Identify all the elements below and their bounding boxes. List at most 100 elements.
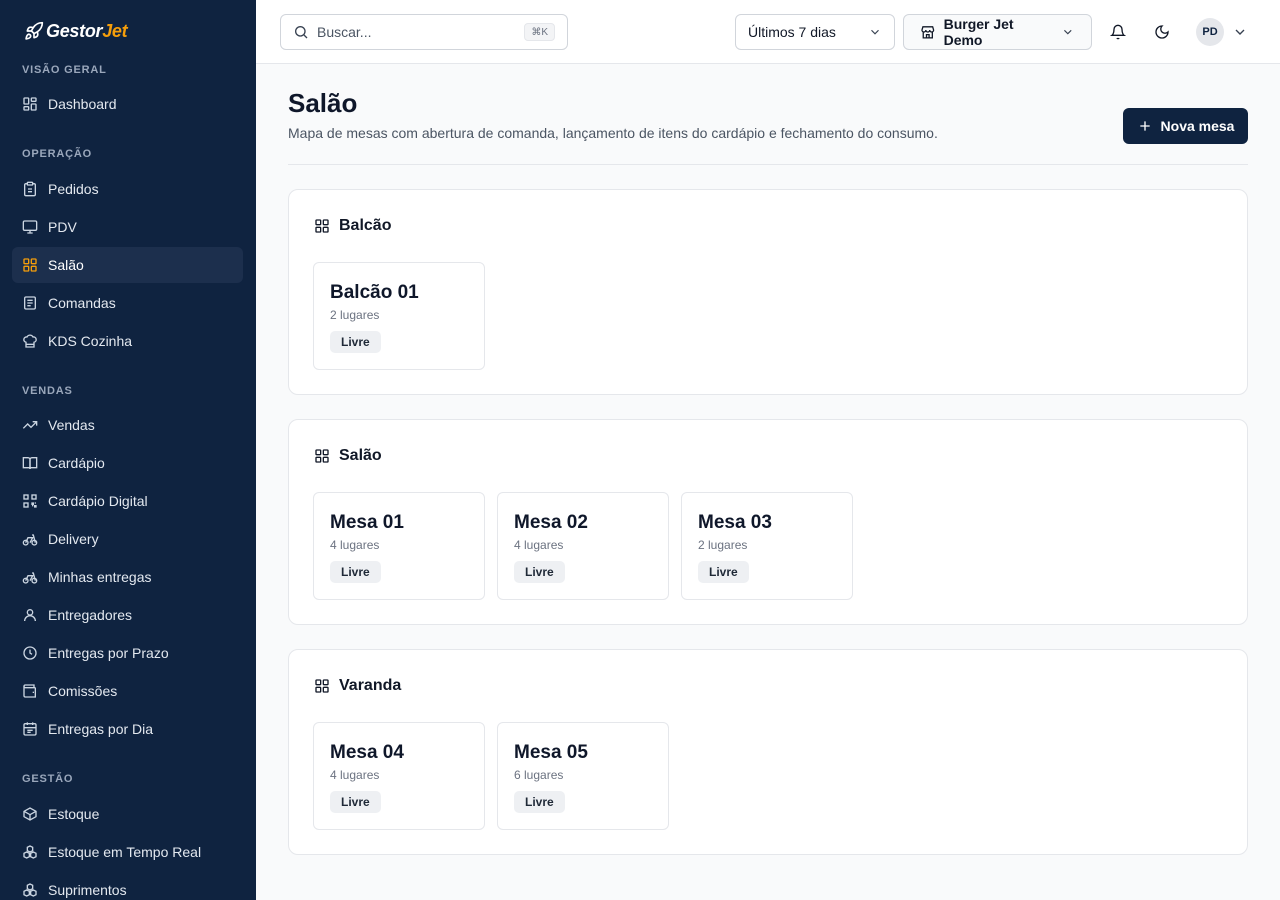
section-label-visao-geral: VISÃO GERAL — [22, 64, 107, 76]
sidebar-item-cardapio[interactable]: Cardápio — [12, 445, 243, 481]
grid-icon — [22, 257, 38, 273]
sidebar-item-suprimentos[interactable]: Suprimentos — [12, 872, 243, 900]
period-select-value: Últimos 7 dias — [748, 24, 836, 40]
area-header: Salão — [314, 447, 382, 465]
status-badge: Livre — [330, 791, 381, 813]
table-card-mesa-01[interactable]: Mesa 01 4 lugares Livre — [313, 492, 485, 600]
new-table-button[interactable]: Nova mesa — [1123, 108, 1248, 144]
clipboard-icon — [22, 181, 38, 197]
table-card-mesa-02[interactable]: Mesa 02 4 lugares Livre — [497, 492, 669, 600]
table-card-mesa-04[interactable]: Mesa 04 4 lugares Livre — [313, 722, 485, 830]
box-icon — [22, 806, 38, 822]
table-seats: 2 lugares — [330, 308, 380, 322]
sidebar-item-label: PDV — [48, 219, 77, 235]
trending-up-icon — [22, 417, 38, 433]
sidebar-item-salao[interactable]: Salão — [12, 247, 243, 283]
tables-list: Balcão 01 2 lugares Livre — [313, 262, 485, 370]
sidebar-item-pdv[interactable]: PDV — [12, 209, 243, 245]
sidebar-item-minhas-entregas[interactable]: Minhas entregas — [12, 559, 243, 595]
sidebar-item-label: Salão — [48, 257, 84, 273]
table-card-mesa-03[interactable]: Mesa 03 2 lugares Livre — [681, 492, 853, 600]
area-card-salao: Salão Mesa 01 4 lugares Livre Mesa 02 4 … — [288, 419, 1248, 625]
chevron-down-icon — [871, 29, 879, 35]
table-seats: 4 lugares — [330, 768, 380, 782]
sidebar-item-comandas[interactable]: Comandas — [12, 285, 243, 321]
status-badge: Livre — [330, 561, 381, 583]
sidebar-item-cardapio-digital[interactable]: Cardápio Digital — [12, 483, 243, 519]
sidebar-item-entregas-por-dia[interactable]: Entregas por Dia — [12, 711, 243, 747]
sidebar-item-label: Cardápio — [48, 455, 105, 471]
table-seats: 2 lugares — [698, 538, 748, 552]
sidebar-item-delivery[interactable]: Delivery — [12, 521, 243, 557]
table-card-mesa-05[interactable]: Mesa 05 6 lugares Livre — [497, 722, 669, 830]
sidebar-item-label: Pedidos — [48, 181, 99, 197]
app-logo[interactable]: GestorJet — [24, 20, 128, 42]
sidebar-item-label: Comandas — [48, 295, 116, 311]
sidebar-item-dashboard[interactable]: Dashboard — [12, 86, 243, 122]
chevron-down-icon — [1064, 29, 1072, 35]
qr-code-icon — [22, 493, 38, 509]
receipt-icon — [22, 295, 38, 311]
sidebar-item-label: Entregadores — [48, 607, 133, 623]
sidebar-item-label: Suprimentos — [48, 882, 127, 898]
rocket-icon — [25, 21, 44, 40]
sidebar-item-label: Entregas por Dia — [48, 721, 154, 737]
sidebar-item-kds-cozinha[interactable]: KDS Cozinha — [12, 323, 243, 359]
table-seats: 4 lugares — [330, 538, 380, 552]
sidebar-item-entregas-por-prazo[interactable]: Entregas por Prazo — [12, 635, 243, 671]
sidebar-item-vendas[interactable]: Vendas — [12, 407, 243, 443]
bell-icon — [1110, 24, 1126, 40]
user-icon — [22, 607, 38, 623]
table-name: Mesa 03 — [698, 512, 772, 533]
table-name: Mesa 05 — [514, 742, 588, 763]
section-label-gestao: GESTÃO — [22, 773, 74, 785]
sidebar-item-label: Comissões — [48, 683, 118, 699]
search-box[interactable]: ⌘K — [280, 14, 568, 50]
new-table-button-label: Nova mesa — [1160, 118, 1235, 134]
search-input[interactable] — [317, 24, 507, 40]
theme-toggle-button[interactable] — [1152, 22, 1172, 42]
topbar: ⌘K Últimos 7 dias Burger Jet Demo PD — [256, 0, 1280, 64]
sidebar-item-comissoes[interactable]: Comissões — [12, 673, 243, 709]
chef-hat-icon — [22, 333, 38, 349]
avatar[interactable]: PD — [1196, 18, 1224, 46]
divider — [288, 164, 1248, 165]
status-badge: Livre — [514, 561, 565, 583]
bike-icon — [22, 569, 38, 585]
sidebar: GestorJet VISÃO GERAL Dashboard OPERAÇÃO… — [0, 0, 256, 900]
sidebar-item-estoque[interactable]: Estoque — [12, 796, 243, 832]
plus-icon — [1139, 121, 1150, 131]
status-badge: Livre — [514, 791, 565, 813]
monitor-icon — [22, 219, 38, 235]
sidebar-item-label: Vendas — [48, 417, 95, 433]
section-label-vendas: VENDAS — [22, 385, 73, 397]
tables-list: Mesa 04 4 lugares Livre Mesa 05 6 lugare… — [313, 722, 669, 830]
grid-icon — [315, 219, 329, 233]
chevron-down-icon[interactable] — [1232, 24, 1248, 40]
area-card-balcao: Balcão Balcão 01 2 lugares Livre — [288, 189, 1248, 395]
period-select[interactable]: Últimos 7 dias — [735, 14, 895, 50]
sidebar-item-label: Minhas entregas — [48, 569, 152, 585]
sidebar-item-label: Dashboard — [48, 96, 117, 112]
sidebar-item-label: Delivery — [48, 531, 99, 547]
sidebar-item-entregadores[interactable]: Entregadores — [12, 597, 243, 633]
store-name: Burger Jet Demo — [943, 16, 1014, 48]
area-title: Balcão — [339, 217, 392, 234]
table-seats: 4 lugares — [514, 538, 564, 552]
sidebar-item-label: Entregas por Prazo — [48, 645, 169, 661]
store-switcher[interactable]: Burger Jet Demo — [903, 14, 1092, 50]
wallet-icon — [22, 683, 38, 699]
notifications-button[interactable] — [1108, 22, 1128, 42]
table-name: Mesa 02 — [514, 512, 588, 533]
sidebar-item-label: Cardápio Digital — [48, 493, 148, 509]
grid-icon — [315, 449, 329, 463]
page-title: Salão — [288, 88, 358, 118]
sidebar-item-pedidos[interactable]: Pedidos — [12, 171, 243, 207]
page-subtitle: Mapa de mesas com abertura de comanda, l… — [288, 125, 938, 141]
table-card-balcao-01[interactable]: Balcão 01 2 lugares Livre — [313, 262, 485, 370]
bike-icon — [22, 531, 38, 547]
sidebar-item-estoque-tempo-real[interactable]: Estoque em Tempo Real — [12, 834, 243, 870]
sidebar-item-label: KDS Cozinha — [48, 333, 133, 349]
grid-icon — [315, 679, 329, 693]
search-icon — [295, 26, 308, 39]
